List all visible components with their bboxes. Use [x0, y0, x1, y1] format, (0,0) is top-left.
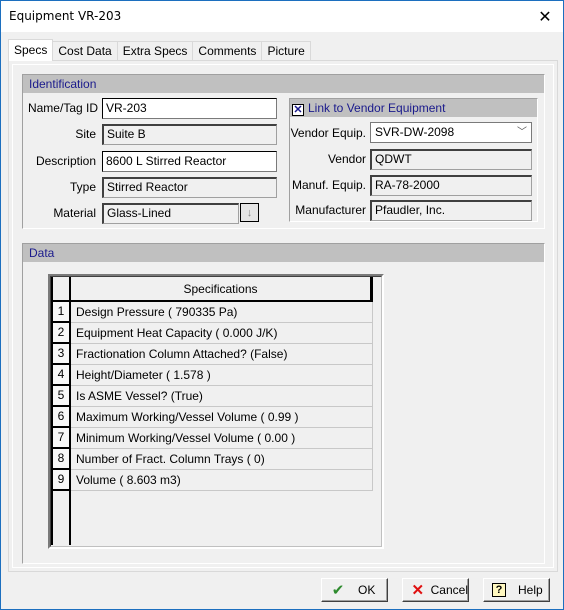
spec-cell[interactable]: Is ASME Vessel? (True): [71, 386, 373, 407]
manufacturer-field: Pfaudler, Inc.: [370, 200, 532, 221]
vendor-link-group: ✕ Link to Vendor Equipment Vendor Equip. …: [289, 98, 538, 222]
arrow-down-icon: ↓: [246, 206, 253, 219]
help-question-glyph: ?: [492, 583, 506, 597]
row-number[interactable]: 8: [51, 449, 71, 470]
spec-row[interactable]: 9 Volume ( 8.603 m3): [51, 470, 373, 491]
tab-specs[interactable]: Specs: [8, 39, 54, 61]
tab-bar: Specs Cost Data Extra Specs Comments Pic…: [8, 39, 311, 61]
specifications-column-header[interactable]: Specifications: [71, 277, 373, 302]
name-tag-id-input[interactable]: VR-203: [102, 98, 277, 119]
manufacturer-label: Manufacturer: [295, 203, 366, 217]
spec-row[interactable]: 8 Number of Fract. Column Trays ( 0): [51, 449, 373, 470]
manuf-equip-field: RA-78-2000: [370, 175, 532, 196]
spec-cell[interactable]: Number of Fract. Column Trays ( 0): [71, 449, 373, 470]
cancel-label: Cancel: [430, 583, 468, 597]
material-dropdown-button[interactable]: ↓: [240, 203, 259, 222]
spec-cell[interactable]: Height/Diameter ( 1.578 ): [71, 365, 373, 386]
window-title: Equipment VR-203: [9, 9, 122, 23]
spec-cell[interactable]: Fractionation Column Attached? (False): [71, 344, 373, 365]
type-label: Type: [69, 180, 96, 194]
vendor-equip-label: Vendor Equip.: [290, 126, 366, 140]
spec-row[interactable]: 3 Fractionation Column Attached? (False): [51, 344, 373, 365]
cancel-button[interactable]: ✕ Cancel: [402, 578, 469, 602]
tab-comments[interactable]: Comments: [192, 41, 263, 61]
spec-row[interactable]: 1 Design Pressure ( 790335 Pa): [51, 302, 373, 323]
data-header: Data: [23, 244, 544, 262]
close-button[interactable]: ✕: [527, 1, 563, 32]
link-vendor-checkbox[interactable]: ✕: [292, 104, 304, 116]
data-group: Data Specifications 1 Design Pressure ( 7…: [22, 243, 545, 564]
tab-extra-specs[interactable]: Extra Specs: [116, 41, 194, 61]
close-icon: ✕: [538, 8, 552, 26]
spec-row[interactable]: 4 Height/Diameter ( 1.578 ): [51, 365, 373, 386]
link-vendor-label: Link to Vendor Equipment: [308, 101, 446, 115]
spec-row[interactable]: 7 Minimum Working/Vessel Volume ( 0.00 ): [51, 428, 373, 449]
row-number[interactable]: 5: [51, 386, 71, 407]
vendor-label: Vendor: [327, 152, 366, 166]
identification-header: Identification: [23, 75, 544, 93]
vendor-equip-value: SVR-DW-2098: [375, 125, 455, 139]
specs-tab-panel: Identification Name/Tag ID VR-203 Site S…: [8, 60, 558, 572]
specifications-grid: Specifications 1 Design Pressure ( 790335…: [48, 274, 384, 549]
specs-tab-content: Identification Name/Tag ID VR-203 Site S…: [12, 64, 554, 568]
spec-cell[interactable]: Design Pressure ( 790335 Pa): [71, 302, 373, 323]
row-number[interactable]: 4: [51, 365, 71, 386]
row-number[interactable]: 2: [51, 323, 71, 344]
grid-corner-header: [51, 277, 71, 302]
description-input[interactable]: 8600 L Stirred Reactor: [102, 151, 277, 172]
chevron-down-icon: ﹀: [517, 127, 527, 138]
spec-row[interactable]: 2 Equipment Heat Capacity ( 0.000 J/K): [51, 323, 373, 344]
description-label: Description: [35, 154, 96, 168]
vendor-equip-select[interactable]: SVR-DW-2098 ﹀: [370, 122, 532, 143]
row-number[interactable]: 1: [51, 302, 71, 323]
help-icon: ?: [489, 583, 509, 597]
spec-cell[interactable]: Volume ( 8.603 m3): [71, 470, 373, 491]
spec-cell[interactable]: Equipment Heat Capacity ( 0.000 J/K): [71, 323, 373, 344]
site-label: Site: [75, 127, 96, 141]
identification-group: Identification Name/Tag ID VR-203 Site S…: [22, 74, 545, 229]
spec-cell[interactable]: Minimum Working/Vessel Volume ( 0.00 ): [71, 428, 373, 449]
checkmark-icon: ✔: [331, 582, 345, 599]
title-bar: Equipment VR-203 ✕: [1, 1, 563, 32]
spec-row[interactable]: 5 Is ASME Vessel? (True): [51, 386, 373, 407]
vendor-link-header: ✕ Link to Vendor Equipment: [290, 99, 537, 117]
tab-picture[interactable]: Picture: [261, 41, 311, 61]
row-number[interactable]: 6: [51, 407, 71, 428]
row-number[interactable]: 9: [51, 470, 71, 491]
material-field: Glass-Lined: [102, 203, 239, 224]
tab-cost-data[interactable]: Cost Data: [52, 41, 118, 61]
help-button[interactable]: ? Help: [483, 578, 550, 602]
site-field: Suite B: [102, 124, 277, 145]
cancel-x-icon: ✕: [411, 582, 425, 599]
spec-cell[interactable]: Maximum Working/Vessel Volume ( 0.99 ): [71, 407, 373, 428]
ok-button[interactable]: ✔ OK: [321, 578, 388, 602]
name-tag-id-label: Name/Tag ID: [27, 101, 98, 115]
material-label: Material: [53, 206, 96, 220]
spec-row[interactable]: 6 Maximum Working/Vessel Volume ( 0.99 ): [51, 407, 373, 428]
row-number[interactable]: 7: [51, 428, 71, 449]
equipment-dialog: Equipment VR-203 ✕ Specs Cost Data Extra…: [0, 0, 564, 610]
manuf-equip-label: Manuf. Equip.: [291, 178, 366, 192]
row-number[interactable]: 3: [51, 344, 71, 365]
ok-label: OK: [358, 583, 376, 597]
type-field: Stirred Reactor: [102, 177, 277, 198]
help-label: Help: [518, 583, 543, 597]
vendor-field: QDWT: [370, 149, 532, 170]
